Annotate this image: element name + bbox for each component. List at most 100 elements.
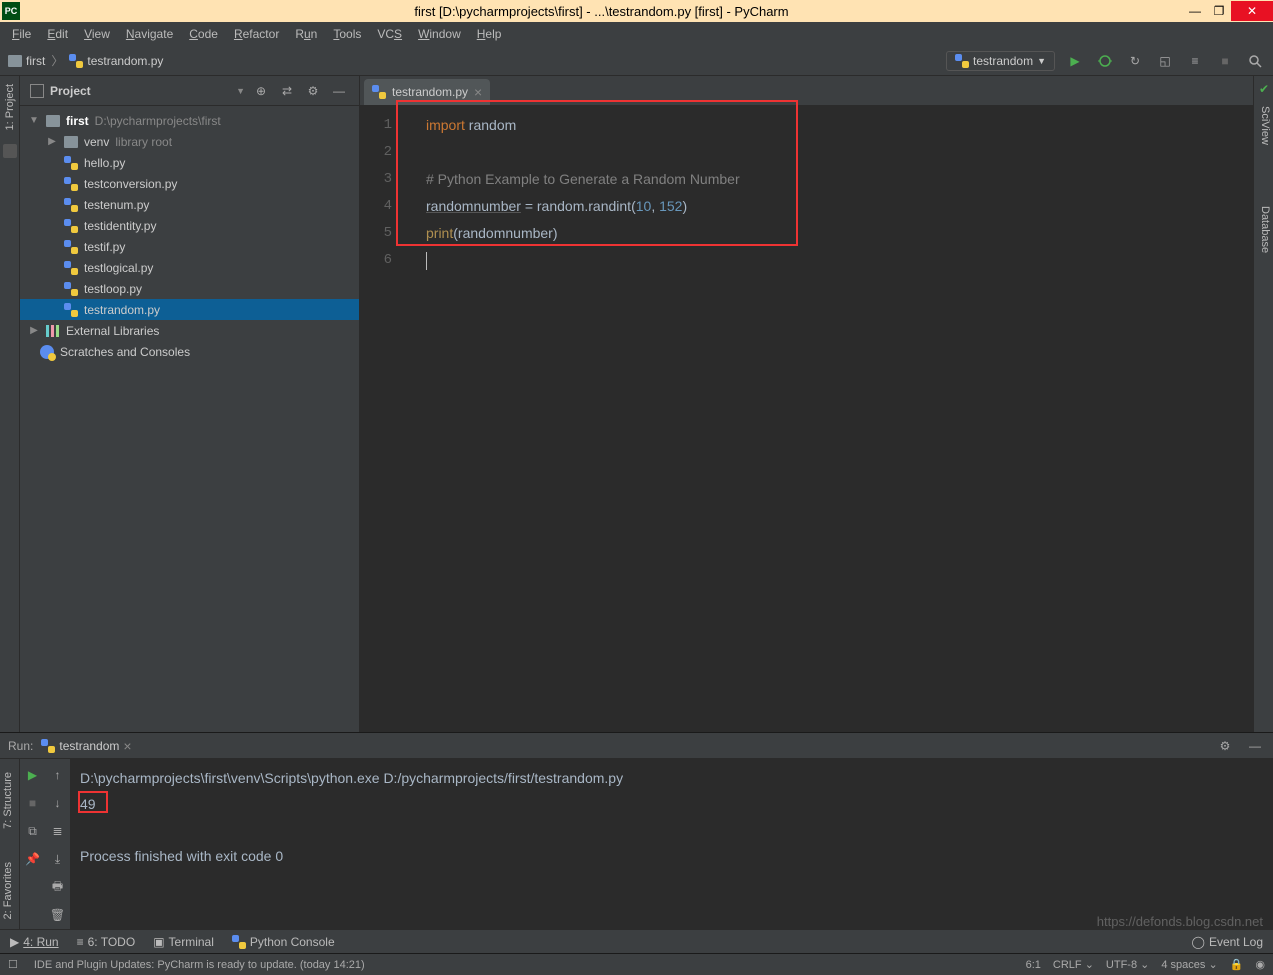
status-encoding[interactable]: UTF-8 ⌄ [1106,958,1149,971]
rerun-icon[interactable]: ▶ [23,765,43,785]
tree-file[interactable]: testloop.py [20,278,359,299]
tree-file[interactable]: testif.py [20,236,359,257]
tree-file[interactable]: testlogical.py [20,257,359,278]
print-icon[interactable]: 🖶 [48,877,68,897]
lock-icon[interactable]: 🔒 [1230,958,1244,971]
menu-view[interactable]: View [78,25,116,43]
gear-icon[interactable]: ⚙ [303,81,323,101]
close-tab-icon[interactable]: × [474,84,482,100]
bottom-tab-run[interactable]: ▶ 4: Run [10,935,59,949]
menu-run[interactable]: Run [289,25,323,43]
tree-file[interactable]: testconversion.py [20,173,359,194]
code-area[interactable]: import random # Python Example to Genera… [400,106,1253,732]
scroll-icon[interactable]: ⤓ [48,849,68,869]
python-file-icon [372,85,386,99]
layout-icon[interactable]: ⧉ [23,821,43,841]
run-tab[interactable]: testrandom × [41,738,131,754]
tree-scratches[interactable]: Scratches and Consoles [20,341,359,362]
tool-tab-icon[interactable] [3,144,17,158]
tree-external-libs[interactable]: ▶ External Libraries [20,320,359,341]
menu-vcs[interactable]: VCS [371,25,408,43]
python-file-icon [69,54,83,68]
bottom-tab-todo[interactable]: ≡ 6: TODO [77,935,136,949]
bottom-tab-terminal[interactable]: ▣ Terminal [153,935,214,949]
tool-tab-database[interactable]: Database [1259,206,1271,253]
menu-navigate[interactable]: Navigate [120,25,179,43]
down-icon[interactable]: ↓ [48,793,68,813]
stop-button[interactable]: ■ [1215,51,1235,71]
run-config-selector[interactable]: testrandom ▼ [946,51,1055,71]
breadcrumb-file[interactable]: testrandom.py [87,54,163,68]
status-cursor-pos[interactable]: 6:1 [1026,959,1041,971]
python-file-icon [64,198,78,212]
chevron-right-icon[interactable]: ▶ [28,325,40,336]
status-eol[interactable]: CRLF ⌄ [1053,958,1094,971]
python-file-icon [64,219,78,233]
tree-file-selected[interactable]: testrandom.py [20,299,359,320]
gear-icon[interactable]: ⚙ [1215,736,1235,756]
debug-button[interactable] [1095,51,1115,71]
menu-tools[interactable]: Tools [327,25,367,43]
sidebar-title[interactable]: Project [50,84,230,98]
tree-file[interactable]: hello.py [20,152,359,173]
tree-file[interactable]: testidentity.py [20,215,359,236]
menu-bar: File Edit View Navigate Code Refactor Ru… [0,22,1273,46]
bottom-event-log[interactable]: ◯ Event Log [1192,935,1263,949]
status-indent[interactable]: 4 spaces ⌄ [1161,958,1217,971]
python-file-icon [64,177,78,191]
tree-file-label: testenum.py [84,198,149,212]
menu-code[interactable]: Code [183,25,224,43]
tree-file-label: hello.py [84,156,125,170]
run-output[interactable]: D:\pycharmprojects\first\venv\Scripts\py… [70,759,1273,929]
run-header: Run: testrandom × ⚙ — [0,733,1273,759]
tree-file[interactable]: testenum.py [20,194,359,215]
project-view-icon [30,84,44,98]
wrap-icon[interactable]: ≣ [48,821,68,841]
menu-file[interactable]: File [6,25,37,43]
python-file-icon [64,156,78,170]
hide-icon[interactable]: — [329,81,349,101]
stop-icon[interactable]: ■ [23,793,43,813]
run-button[interactable]: ▶ [1065,51,1085,71]
tool-tab-sciview[interactable]: SciView [1259,106,1271,145]
editor-tab[interactable]: testrandom.py × [364,79,490,105]
tool-tab-project[interactable]: 1: Project [4,80,16,134]
hide-icon[interactable]: — [1245,736,1265,756]
up-icon[interactable]: ↑ [48,765,68,785]
minimize-button[interactable]: — [1183,1,1207,21]
inspect-icon[interactable]: ◉ [1255,958,1265,971]
folder-icon [46,115,60,127]
attach-button[interactable]: ≡ [1185,51,1205,71]
tree-venv[interactable]: ▶ venv library root [20,131,359,152]
run-toolbar-2: ↑ ↓ ≣ ⤓ 🖶 🗑 [45,759,70,929]
maximize-button[interactable]: ❐ [1207,1,1231,21]
run-tab-label: testrandom [59,739,119,753]
close-button[interactable]: ✕ [1231,1,1273,21]
chevron-down-icon[interactable]: ▼ [28,115,40,126]
left-tool-gutter: 1: Project [0,76,20,732]
editor-body[interactable]: 123456 import random # Python Example to… [360,106,1253,732]
tool-tab-favorites[interactable]: 2: Favorites [2,862,14,919]
pin-icon[interactable]: 📌 [23,849,43,869]
collapse-icon[interactable]: ⇄ [277,81,297,101]
coverage-button[interactable]: ↻ [1125,51,1145,71]
check-icon: ✔ [1259,82,1269,96]
tree-file-label: testif.py [84,240,125,254]
chevron-down-icon[interactable]: ▼ [236,86,245,96]
breadcrumb-root[interactable]: first [26,54,45,68]
menu-refactor[interactable]: Refactor [228,25,285,43]
clear-icon[interactable]: 🗑 [48,905,68,925]
menu-help[interactable]: Help [471,25,508,43]
close-tab-icon[interactable]: × [123,738,131,754]
python-file-icon [64,240,78,254]
target-icon[interactable]: ⊕ [251,81,271,101]
folder-icon [8,55,22,67]
menu-window[interactable]: Window [412,25,467,43]
search-button[interactable] [1245,51,1265,71]
chevron-right-icon[interactable]: ▶ [46,136,58,147]
bottom-tab-pyconsole[interactable]: Python Console [232,935,335,949]
tool-tab-structure[interactable]: 7: Structure [2,772,14,829]
menu-edit[interactable]: Edit [41,25,74,43]
tree-root[interactable]: ▼ first D:\pycharmprojects\first [20,110,359,131]
profile-button[interactable]: ◱ [1155,51,1175,71]
